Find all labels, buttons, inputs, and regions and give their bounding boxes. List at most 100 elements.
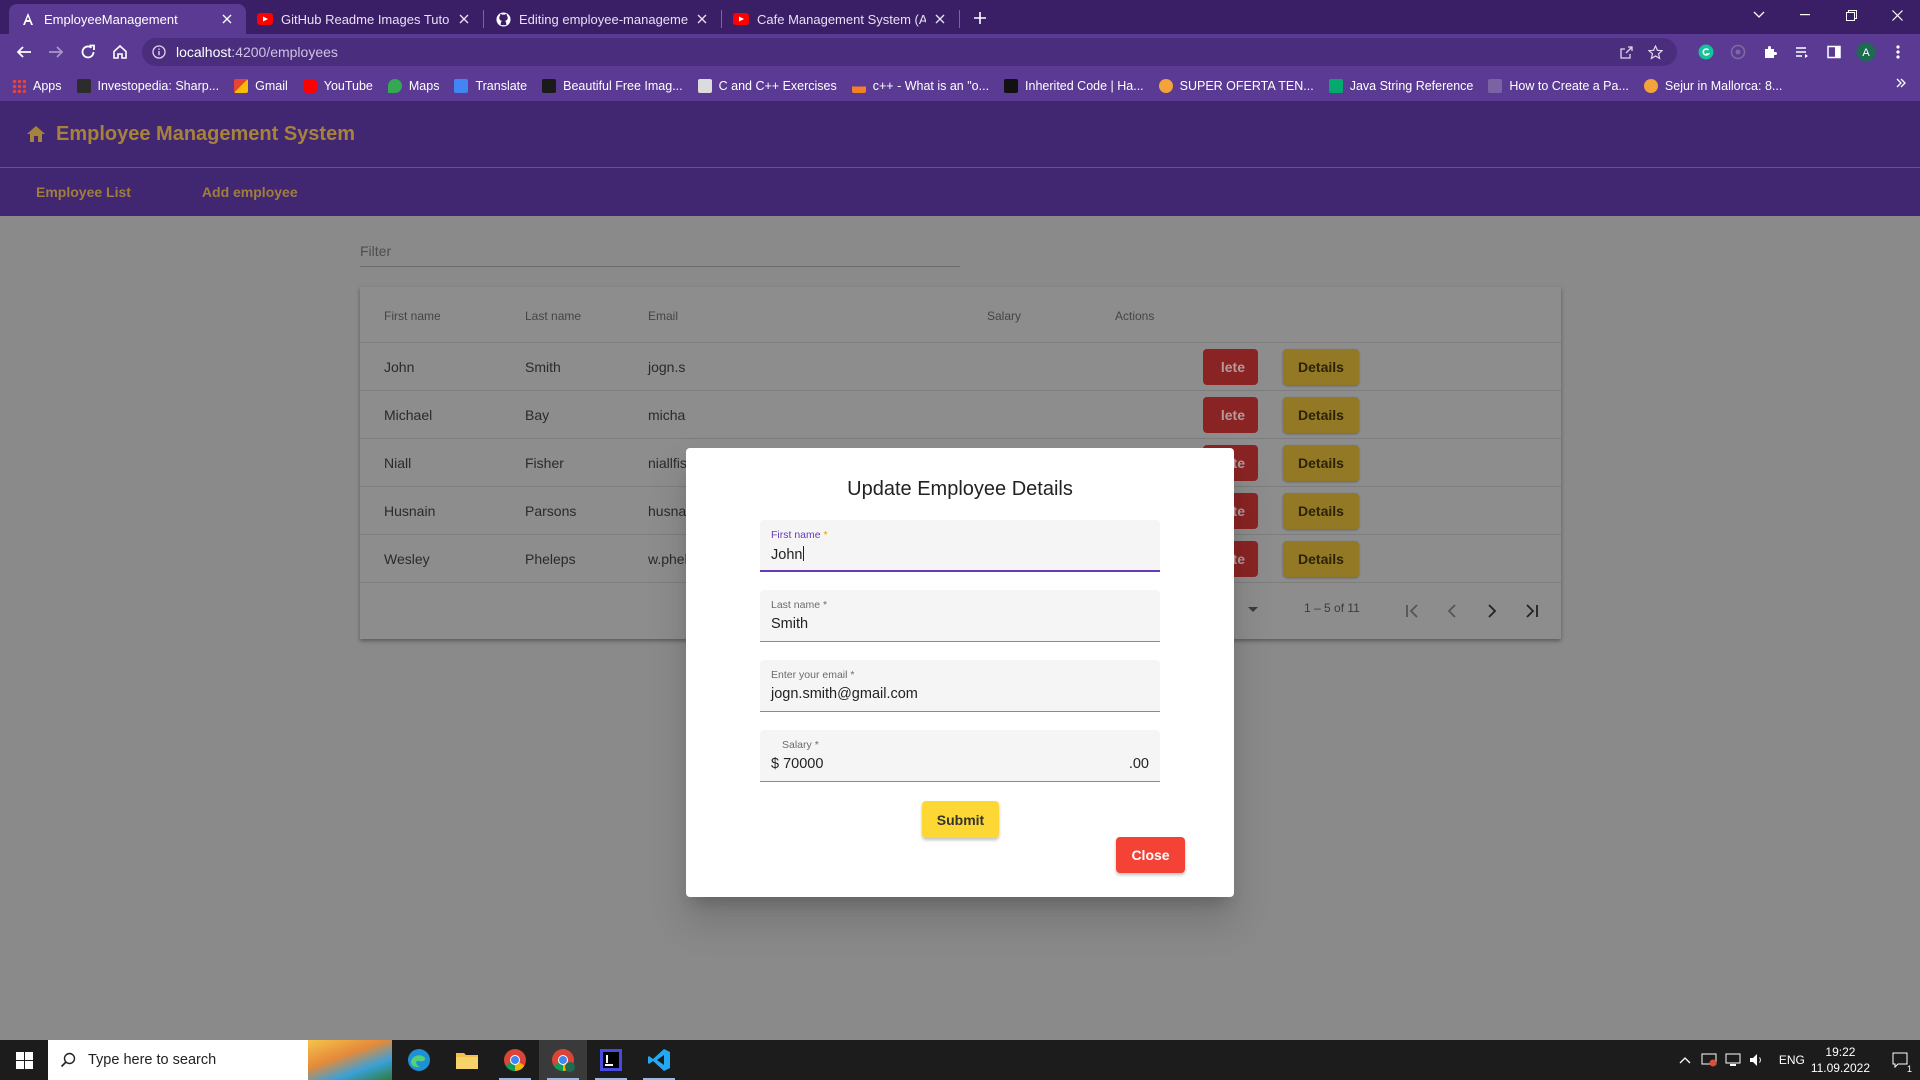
taskbar-search-input[interactable]: Type here to search — [48, 1040, 392, 1080]
reload-icon[interactable] — [72, 36, 104, 68]
chrome-icon[interactable] — [491, 1040, 539, 1080]
bookmark-page[interactable]: How to Create a Pa... — [1488, 78, 1629, 93]
info-icon[interactable] — [152, 45, 166, 59]
close-tab-icon[interactable] — [219, 11, 235, 27]
browser-tab[interactable]: GitHub Readme Images Tutorial — [246, 4, 483, 34]
delete-button[interactable]: lete — [1203, 349, 1258, 385]
page-size-dropdown-icon[interactable] — [1248, 607, 1258, 613]
home-icon[interactable] — [26, 125, 46, 143]
chrome-profile-icon[interactable] — [539, 1040, 587, 1080]
windows-start-icon[interactable] — [0, 1040, 48, 1080]
extension-icon[interactable] — [1722, 36, 1754, 68]
browser-tab[interactable]: Cafe Management System (Angu — [722, 4, 959, 34]
last-page-icon[interactable] — [1516, 595, 1548, 627]
restore-icon[interactable] — [1828, 0, 1874, 30]
hackerrank-icon — [1004, 78, 1019, 93]
email-field[interactable]: Enter your email * jogn.smith@gmail.com — [760, 660, 1160, 712]
bookmark-label: Translate — [475, 78, 528, 93]
nav-employee-list[interactable]: Employee List — [36, 184, 131, 200]
close-tab-icon[interactable] — [694, 11, 710, 27]
share-icon[interactable] — [1619, 45, 1634, 60]
profile-avatar[interactable]: A — [1850, 36, 1882, 68]
currency-prefix: $ — [771, 756, 780, 772]
angular-icon — [20, 11, 36, 27]
bookmark-travel[interactable]: Sejur in Mallorca: 8... — [1643, 78, 1783, 93]
salary-field[interactable]: Salary * $ 70000 .00 — [760, 730, 1160, 782]
address-bar[interactable]: localhost:4200/employees — [142, 38, 1677, 66]
column-header-email[interactable]: Email — [648, 309, 678, 323]
close-window-icon[interactable] — [1874, 0, 1920, 30]
app-nav: Employee List Add employee — [0, 168, 1920, 216]
bookmark-maps[interactable]: Maps — [387, 78, 439, 93]
vscode-icon[interactable] — [635, 1040, 683, 1080]
bookmark-star-icon[interactable] — [1648, 44, 1663, 60]
next-page-icon[interactable] — [1476, 595, 1508, 627]
minimize-icon[interactable] — [1782, 0, 1828, 30]
bookmark-label: Sejur in Mallorca: 8... — [1664, 78, 1783, 93]
browser-tab[interactable]: Editing employee-management- — [484, 4, 721, 34]
delete-button[interactable]: lete — [1203, 397, 1258, 433]
back-icon[interactable] — [8, 36, 40, 68]
details-button[interactable]: Details — [1283, 349, 1359, 385]
bookmark-translate[interactable]: Translate — [454, 78, 528, 93]
tray-overflow-icon[interactable] — [1679, 1056, 1691, 1064]
edge-browser-icon[interactable] — [395, 1040, 443, 1080]
close-tab-icon[interactable] — [932, 11, 948, 27]
grammarly-icon[interactable] — [1690, 36, 1722, 68]
forward-icon[interactable] — [40, 36, 72, 68]
new-tab-button[interactable] — [966, 4, 994, 32]
column-header-last-name[interactable]: Last name — [525, 309, 581, 323]
menu-kebab-icon[interactable] — [1882, 36, 1914, 68]
last-name-input[interactable]: Smith — [771, 616, 808, 632]
clock[interactable]: 19:22 11.09.2022 — [1811, 1044, 1870, 1076]
first-name-input[interactable]: John — [771, 546, 805, 563]
filter-input[interactable]: Filter — [360, 235, 960, 267]
email-input[interactable]: jogn.smith@gmail.com — [771, 686, 918, 702]
close-tab-icon[interactable] — [456, 11, 472, 27]
media-queue-icon[interactable] — [1786, 36, 1818, 68]
first-name-field[interactable]: First name * John — [760, 520, 1160, 572]
nav-add-employee[interactable]: Add employee — [202, 184, 298, 200]
bookmark-w3schools[interactable]: Java String Reference — [1328, 78, 1473, 93]
notification-icon[interactable]: 1 — [1880, 1040, 1920, 1080]
bookmark-offer[interactable]: SUPER OFERTA TEN... — [1158, 78, 1314, 93]
volume-icon[interactable] — [1749, 1053, 1765, 1067]
bookmark-stackoverflow[interactable]: c++ - What is an "o... — [851, 78, 989, 93]
network-icon[interactable] — [1725, 1053, 1741, 1067]
browser-tab-active[interactable]: EmployeeManagement — [9, 4, 246, 34]
details-button[interactable]: Details — [1283, 541, 1359, 577]
tab-title: GitHub Readme Images Tutorial — [281, 11, 450, 27]
bookmark-gmail[interactable]: Gmail — [234, 78, 288, 93]
last-name-field[interactable]: Last name * Smith — [760, 590, 1160, 642]
details-button[interactable]: Details — [1283, 445, 1359, 481]
windows-taskbar: Type here to search ENG 19:22 11.09.2022… — [0, 1040, 1920, 1080]
salary-input[interactable]: $ 70000 — [771, 756, 823, 772]
close-button[interactable]: Close — [1116, 837, 1185, 873]
column-header-salary[interactable]: Salary — [987, 309, 1021, 323]
file-explorer-icon[interactable] — [443, 1040, 491, 1080]
bookmark-exercises[interactable]: C and C++ Exercises — [697, 78, 837, 93]
intellij-icon[interactable] — [587, 1040, 635, 1080]
cell-first-name: Wesley — [384, 551, 430, 567]
details-button[interactable]: Details — [1283, 493, 1359, 529]
cell-email: jogn.s — [648, 359, 686, 375]
bookmark-unsplash[interactable]: Beautiful Free Imag... — [542, 78, 683, 93]
unsplash-icon — [542, 78, 557, 93]
bookmark-hackerrank[interactable]: Inherited Code | Ha... — [1004, 78, 1144, 93]
column-header-first-name[interactable]: First name — [384, 309, 441, 323]
previous-page-icon[interactable] — [1436, 595, 1468, 627]
defender-icon[interactable] — [1701, 1053, 1717, 1067]
details-button[interactable]: Details — [1283, 397, 1359, 433]
side-panel-icon[interactable] — [1818, 36, 1850, 68]
bookmarks-overflow-icon[interactable] — [1896, 78, 1906, 88]
language-indicator[interactable]: ENG — [1779, 1053, 1805, 1067]
browser-toolbar: localhost:4200/employees A — [0, 34, 1920, 70]
home-icon[interactable] — [104, 36, 136, 68]
bookmark-youtube[interactable]: YouTube — [302, 78, 373, 93]
bookmark-apps[interactable]: Apps — [12, 78, 62, 93]
first-page-icon[interactable] — [1396, 595, 1428, 627]
tab-search-icon[interactable] — [1736, 0, 1782, 30]
puzzle-icon[interactable] — [1754, 36, 1786, 68]
submit-button[interactable]: Submit — [922, 801, 999, 838]
bookmark-investopedia[interactable]: Investopedia: Sharp... — [76, 78, 219, 93]
